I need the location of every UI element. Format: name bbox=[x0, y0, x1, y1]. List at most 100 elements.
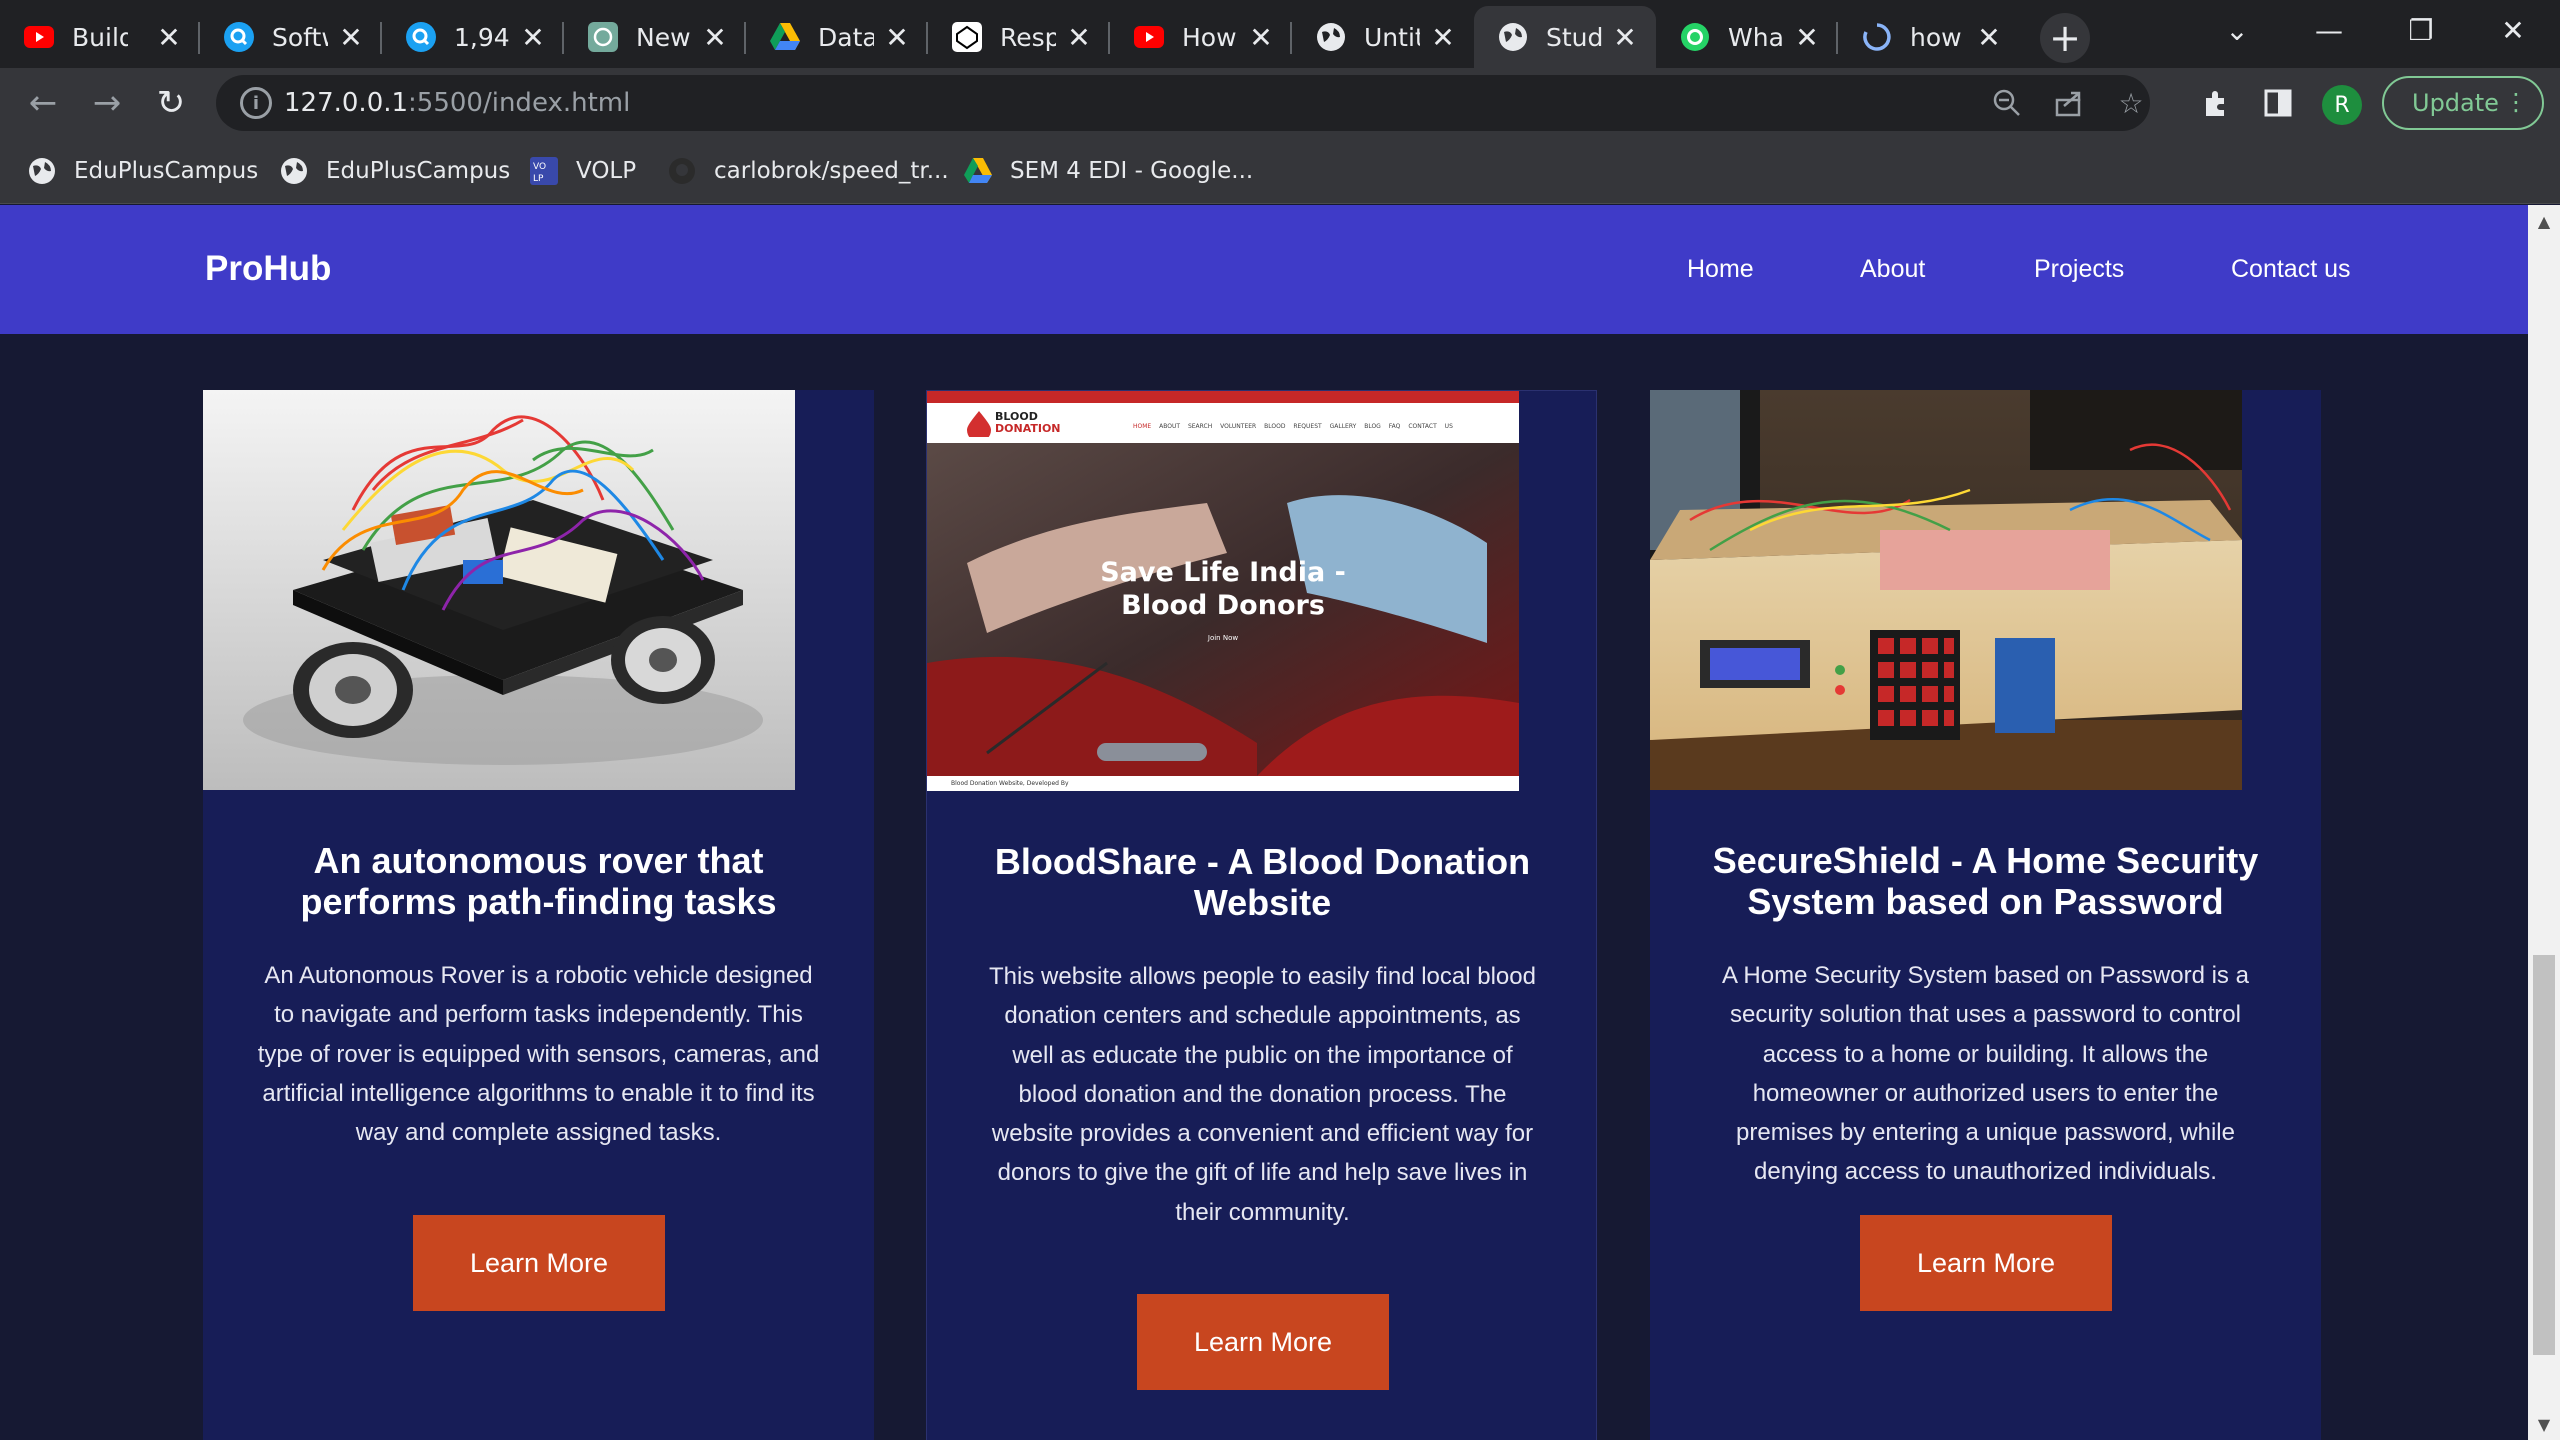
tab-9-active[interactable]: Stude ✕ bbox=[1474, 6, 1656, 68]
profile-avatar[interactable]: R bbox=[2322, 85, 2362, 125]
tab-title: Stude bbox=[1546, 22, 1602, 52]
extensions-icon[interactable] bbox=[2198, 85, 2234, 121]
close-tab-icon[interactable]: ✕ bbox=[152, 20, 186, 54]
bookmark-item[interactable]: EduPlusCampus bbox=[280, 152, 510, 190]
join-now-link: Join Now bbox=[1207, 634, 1239, 642]
nav-projects[interactable]: Projects bbox=[2034, 255, 2124, 284]
bookmark-item[interactable]: VO LP VO LP bbox=[530, 152, 636, 190]
globe-icon bbox=[1498, 22, 1528, 52]
tab-7[interactable]: How ✕ bbox=[1110, 6, 1292, 68]
chatgpt-icon bbox=[588, 22, 618, 52]
site-topbar bbox=[927, 391, 1519, 403]
tab-11[interactable]: how ✕ bbox=[1838, 6, 2020, 68]
forward-icon[interactable]: → bbox=[82, 78, 132, 128]
close-tab-icon[interactable]: ✕ bbox=[516, 20, 550, 54]
scrollbar-thumb[interactable] bbox=[2533, 955, 2555, 1355]
google-drive-icon bbox=[770, 22, 800, 52]
site-navbar: ProHub Home About Projects Contact us bbox=[0, 205, 2528, 334]
tab-6[interactable]: Resp ✕ bbox=[928, 6, 1110, 68]
page-scrollbar[interactable]: ▲ ▼ bbox=[2528, 205, 2560, 1440]
tab-title: Resp bbox=[1000, 22, 1056, 52]
page-viewport: ProHub Home About Projects Contact us An… bbox=[0, 205, 2528, 1440]
tab-2[interactable]: Softw ✕ bbox=[200, 6, 382, 68]
project-card-secureshield: SecureShield - A Home Security System ba… bbox=[1650, 390, 2321, 1440]
tab-10[interactable]: What ✕ bbox=[1656, 6, 1838, 68]
rover-image bbox=[203, 390, 795, 790]
nav-contact[interactable]: Contact us bbox=[2231, 255, 2351, 284]
whatsapp-icon bbox=[1680, 22, 1710, 52]
scroll-up-icon[interactable]: ▲ bbox=[2528, 209, 2560, 233]
site-logo[interactable]: ProHub bbox=[205, 249, 331, 289]
side-panel-icon[interactable] bbox=[2260, 85, 2296, 121]
update-button[interactable]: Update ⋮ bbox=[2382, 76, 2544, 130]
learn-more-button[interactable]: Learn More bbox=[1860, 1215, 2112, 1311]
new-tab-button[interactable]: + bbox=[2040, 13, 2090, 63]
url-text[interactable]: 127.0.0.1:5500/index.html bbox=[284, 88, 630, 118]
site-menu: HOME ABOUT SEARCH VOLUNTEER BLOOD REQUES… bbox=[1133, 423, 1453, 430]
bookmark-item[interactable]: EduPlusCampus bbox=[28, 152, 258, 190]
tab-title: New bbox=[636, 22, 691, 52]
card-description: An Autonomous Rover is a robotic vehicle… bbox=[257, 962, 820, 1147]
close-tab-icon[interactable]: ✕ bbox=[1244, 20, 1278, 54]
close-tab-icon[interactable]: ✕ bbox=[1608, 20, 1642, 54]
bookmark-star-icon[interactable]: ☆ bbox=[2114, 86, 2148, 120]
close-tab-icon[interactable]: ✕ bbox=[1426, 20, 1460, 54]
restore-icon[interactable]: ❐ bbox=[2376, 0, 2466, 60]
close-tab-icon[interactable]: ✕ bbox=[1972, 20, 2006, 54]
card-description: This website allows people to easily fin… bbox=[989, 963, 1536, 1226]
scroll-down-icon[interactable]: ▼ bbox=[2528, 1412, 2560, 1436]
more-menu-icon[interactable]: ⋮ bbox=[2504, 88, 2528, 116]
volp-icon: VO LP bbox=[530, 157, 558, 185]
close-window-icon[interactable]: ✕ bbox=[2468, 0, 2558, 60]
site-footer: Blood Donation Website, Developed By bbox=[927, 776, 1519, 791]
reload-icon[interactable]: ↻ bbox=[146, 78, 196, 128]
youtube-icon bbox=[1134, 22, 1164, 52]
close-tab-icon[interactable]: ✕ bbox=[880, 20, 914, 54]
nav-about[interactable]: About bbox=[1860, 255, 1925, 284]
tab-title: Untit bbox=[1364, 22, 1420, 52]
learn-more-button[interactable]: Learn More bbox=[413, 1215, 665, 1311]
bookmarks-bar: EduPlusCampus EduPlusCampus VO LP VO LP ca… bbox=[0, 138, 2560, 204]
search-app-icon bbox=[406, 22, 436, 52]
bookmark-item[interactable]: SEM 4 EDI - Google... bbox=[964, 152, 1253, 190]
tab-title: Softw bbox=[272, 22, 328, 52]
close-tab-icon[interactable]: ✕ bbox=[698, 20, 732, 54]
project-card-bloodshare: BLOOD DONATION HOME ABOUT SEARCH VOLUNTE… bbox=[926, 390, 1597, 1440]
tab-search-icon[interactable]: ⌄ bbox=[2192, 0, 2282, 60]
card-description: A Home Security System based on Password… bbox=[1722, 962, 2249, 1186]
card-title: BloodShare - A Blood Donation Website bbox=[994, 841, 1531, 923]
browser-toolbar: ← → ↻ i 127.0.0.1:5500/index.html ☆ R Up… bbox=[0, 68, 2560, 138]
tab-4[interactable]: New ✕ bbox=[564, 6, 746, 68]
tab-title: 1,944 bbox=[454, 22, 510, 52]
security-system-image bbox=[1650, 390, 2242, 790]
svg-text:LP: LP bbox=[533, 174, 544, 184]
tab-title: How bbox=[1182, 22, 1237, 52]
globe-icon bbox=[28, 157, 56, 185]
nav-home[interactable]: Home bbox=[1687, 255, 1754, 284]
search-app-icon bbox=[224, 22, 254, 52]
close-tab-icon[interactable]: ✕ bbox=[334, 20, 368, 54]
tab-1[interactable]: Build ✕ bbox=[0, 6, 200, 68]
close-tab-icon[interactable]: ✕ bbox=[1062, 20, 1096, 54]
tab-title: Build bbox=[72, 22, 128, 52]
minimize-icon[interactable]: — bbox=[2284, 0, 2374, 60]
zoom-icon[interactable] bbox=[1990, 86, 2024, 120]
tab-strip: Build ✕ Softw ✕ 1,944 ✕ New ✕ Data ✕ Res… bbox=[0, 0, 2560, 68]
address-bar[interactable]: i 127.0.0.1:5500/index.html ☆ bbox=[216, 75, 2150, 131]
tab-title: Data bbox=[818, 22, 874, 52]
back-icon[interactable]: ← bbox=[18, 78, 68, 128]
site-info-icon[interactable]: i bbox=[240, 87, 272, 119]
card-title: An autonomous rover that performs path-f… bbox=[300, 840, 777, 922]
bookmark-item[interactable]: carlobrok/speed_tr... bbox=[668, 152, 949, 190]
google-drive-icon bbox=[964, 157, 992, 185]
tab-5[interactable]: Data ✕ bbox=[746, 6, 928, 68]
globe-icon bbox=[1316, 22, 1346, 52]
globe-icon bbox=[280, 157, 308, 185]
hero-title: Save Life India - Blood Donors bbox=[1100, 557, 1346, 621]
tab-3[interactable]: 1,944 ✕ bbox=[382, 6, 564, 68]
close-tab-icon[interactable]: ✕ bbox=[1790, 20, 1824, 54]
share-icon[interactable] bbox=[2052, 86, 2086, 120]
learn-more-button[interactable]: Learn More bbox=[1137, 1294, 1389, 1390]
tab-title: What bbox=[1728, 22, 1784, 52]
tab-8[interactable]: Untit ✕ bbox=[1292, 6, 1474, 68]
